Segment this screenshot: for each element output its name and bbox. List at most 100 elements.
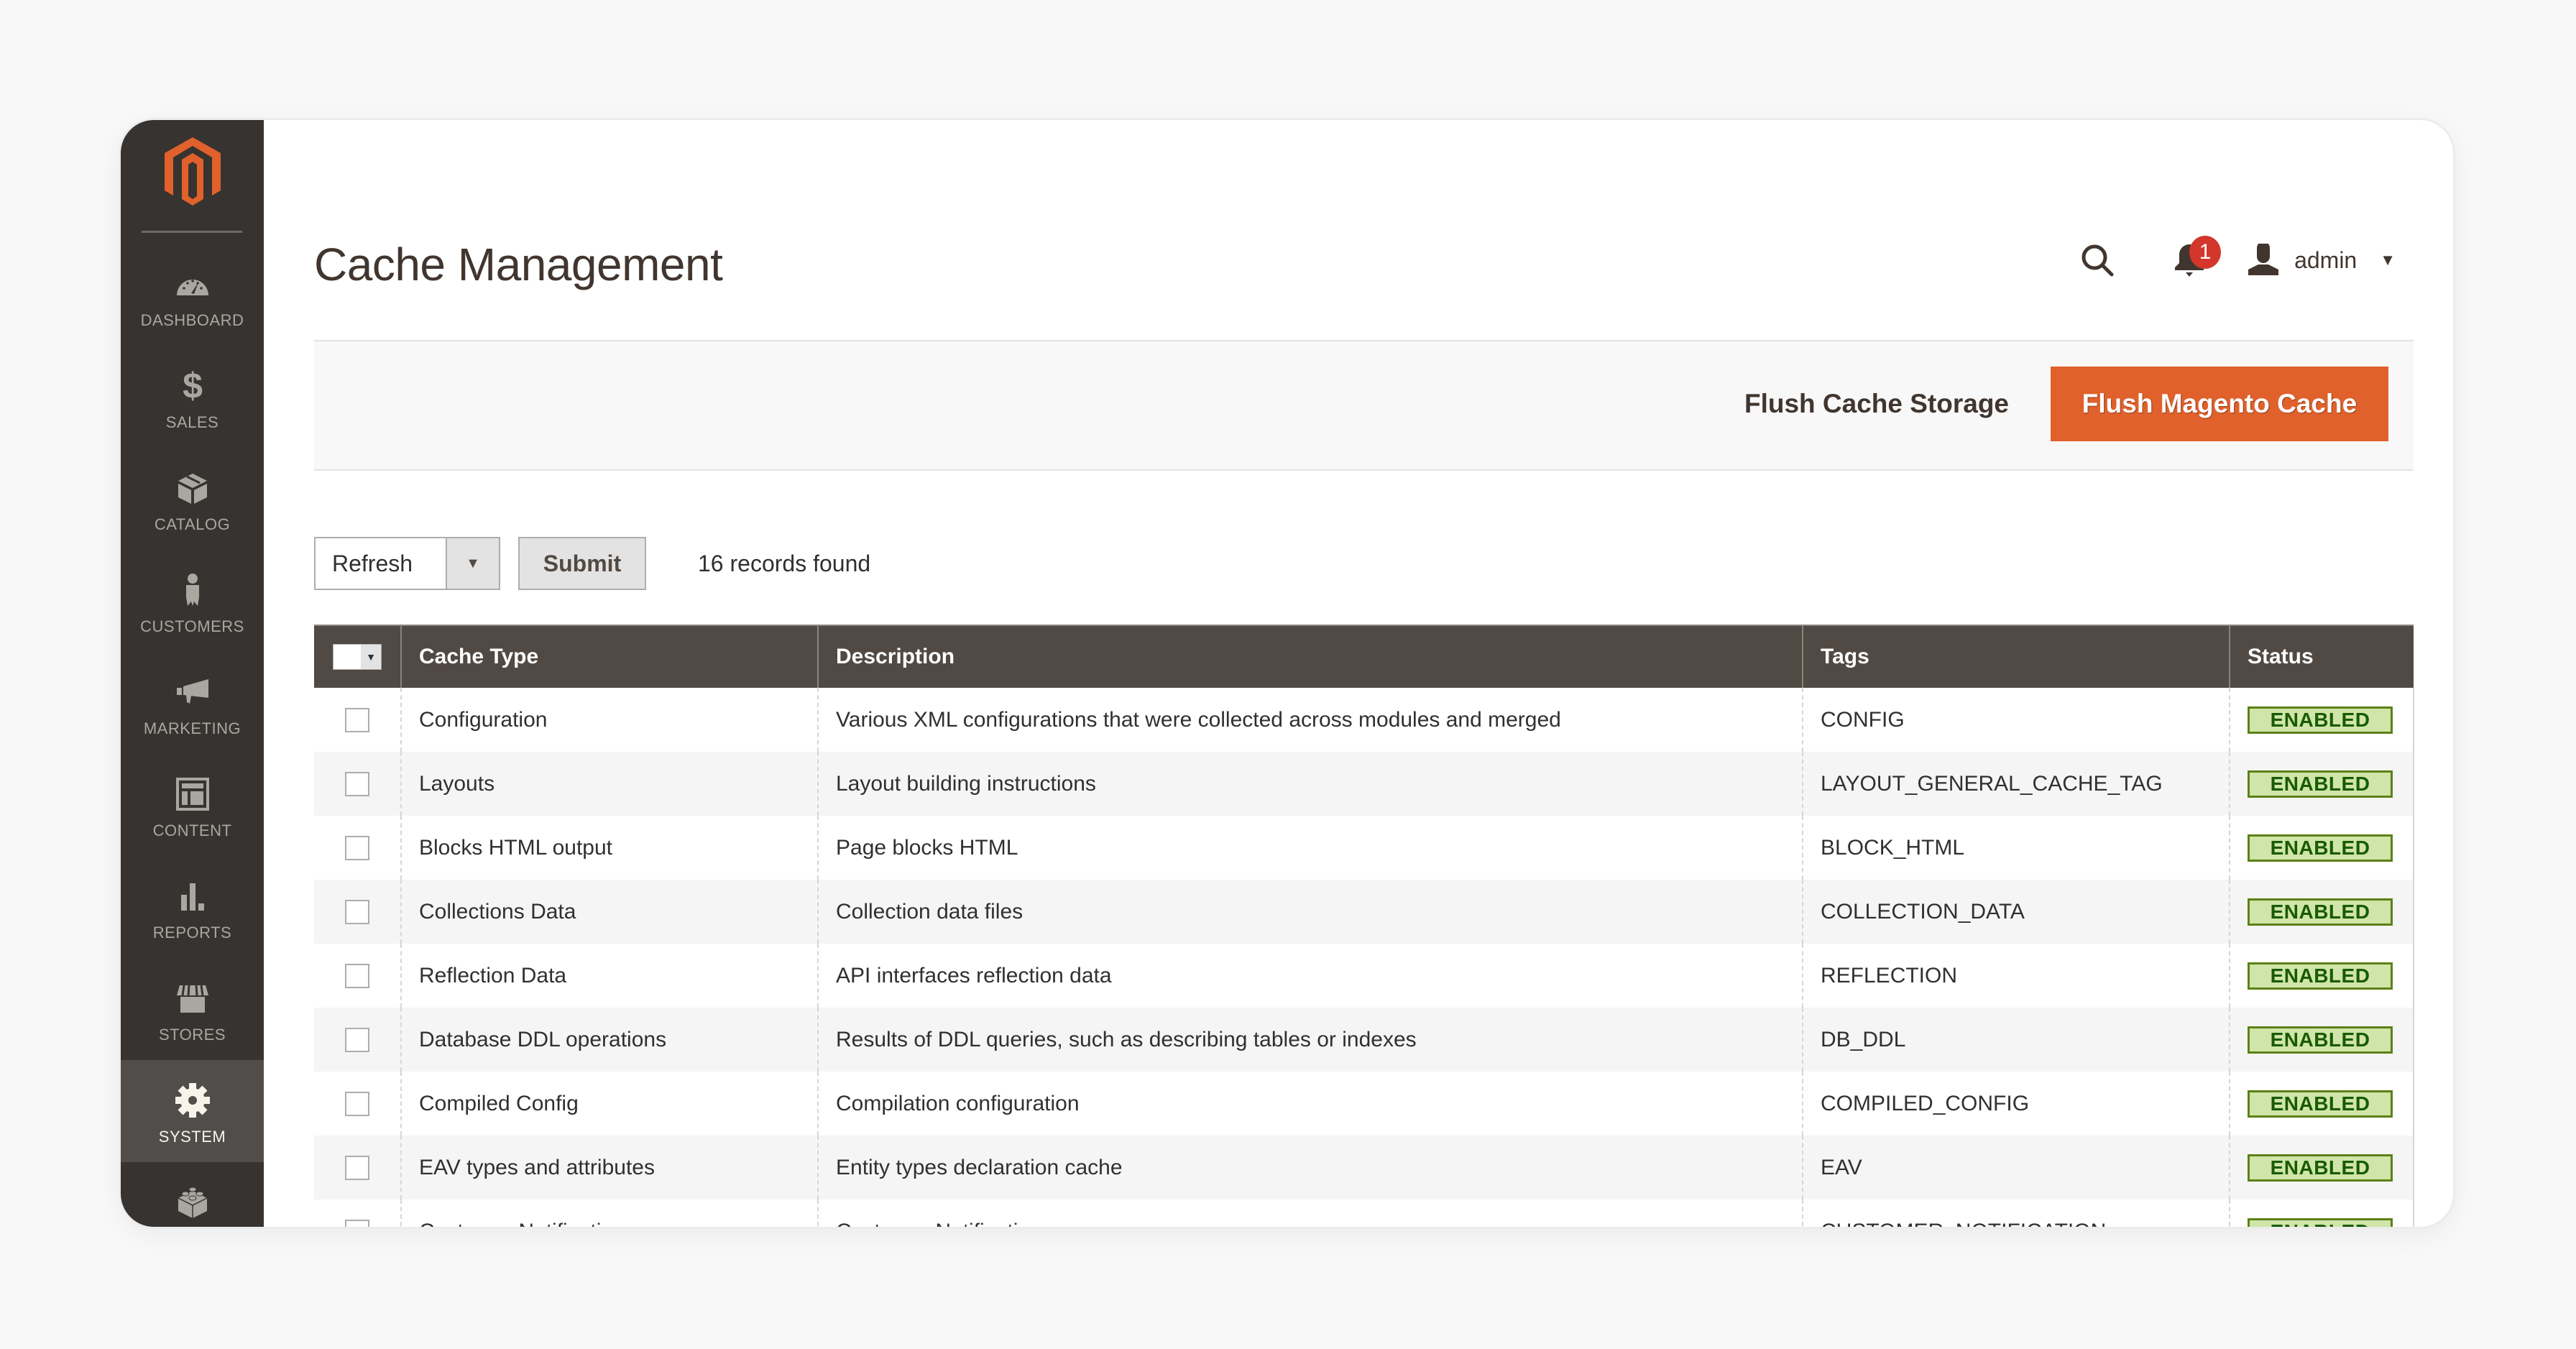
submit-button[interactable]: Submit: [518, 537, 646, 590]
sidebar-item-label: Content: [152, 821, 232, 839]
row-select-cell: [314, 1072, 401, 1136]
row-checkbox[interactable]: [345, 1220, 369, 1227]
row-select-cell: [314, 816, 401, 880]
description-cell: Customer Notification: [817, 1200, 1803, 1227]
row-checkbox[interactable]: [345, 1028, 369, 1053]
status-cell: ENABLED: [2229, 880, 2414, 944]
sidebar-item-sales[interactable]: $ Sales: [121, 346, 264, 448]
row-checkbox[interactable]: [345, 836, 369, 861]
chevron-down-icon[interactable]: ▼: [446, 538, 499, 589]
sidebar-item-system[interactable]: System: [121, 1060, 264, 1162]
sidebar-item-label: Dashboard: [140, 311, 244, 329]
table-row[interactable]: Compiled Config Compilation configuration…: [314, 1072, 2414, 1136]
cache-type-cell: Blocks HTML output: [400, 816, 818, 880]
gear-icon: [175, 1083, 210, 1118]
table-row[interactable]: Customer NotificationCustomer Notificati…: [314, 1200, 2414, 1227]
status-badge: ENABLED: [2248, 1217, 2393, 1227]
status-badge: ENABLED: [2248, 898, 2393, 926]
row-select-cell: [314, 1136, 401, 1200]
status-cell: ENABLED: [2229, 688, 2414, 752]
layout-icon: [176, 778, 209, 811]
chevron-down-icon[interactable]: ▼: [361, 645, 381, 670]
tags-cell: COMPILED_CONFIG: [1802, 1072, 2230, 1136]
mass-action-select[interactable]: Refresh ▼: [314, 537, 500, 590]
tags-cell: BLOCK_HTML: [1802, 816, 2230, 880]
row-checkbox[interactable]: [345, 900, 369, 925]
column-header-cache-type: Cache Type: [400, 625, 818, 688]
tags-cell: REFLECTION: [1802, 944, 2230, 1008]
page-actions-bar: Flush Cache Storage Flush Magento Cache: [314, 340, 2414, 471]
table-row[interactable]: Database DDL operations Results of DDL qu…: [314, 1008, 2414, 1072]
table-row[interactable]: Reflection Data API interfaces reflection…: [314, 944, 2414, 1008]
row-select-cell: [314, 688, 401, 752]
sidebar-item-dashboard[interactable]: Dashboard: [121, 244, 264, 346]
mass-action-value: Refresh: [332, 551, 413, 576]
sidebar-item-label: Customers: [140, 617, 244, 635]
header-actions: 1 admin ▼: [2077, 236, 2396, 282]
status-badge: ENABLED: [2248, 770, 2393, 798]
cache-type-cell: Database DDL operations: [400, 1008, 818, 1072]
bar-chart-icon: [181, 883, 204, 911]
admin-window: Dashboard $ Sales Catalog Customers: [121, 120, 2453, 1227]
sidebar-item-customers[interactable]: Customers: [121, 550, 264, 652]
box-icon: [178, 474, 207, 504]
column-header-tags: Tags: [1802, 625, 2230, 688]
description-cell: Entity types declaration cache: [817, 1136, 1803, 1200]
sidebar-item-stores[interactable]: Stores: [121, 958, 264, 1060]
notifications-button[interactable]: 1: [2168, 236, 2222, 282]
row-checkbox[interactable]: [345, 1156, 369, 1181]
description-cell: Collection data files: [817, 880, 1803, 944]
row-select-cell: [314, 1008, 401, 1072]
flush-cache-storage-button[interactable]: Flush Cache Storage: [1744, 376, 2009, 432]
chevron-down-icon: ▼: [2380, 251, 2396, 269]
user-account-menu[interactable]: admin ▼: [2247, 244, 2396, 277]
description-cell: Layout building instructions: [817, 752, 1803, 816]
sidebar-item-label: Sales: [165, 413, 219, 431]
search-icon[interactable]: [2077, 240, 2117, 280]
row-checkbox[interactable]: [345, 1092, 369, 1117]
table-row[interactable]: Collections Data Collection data files COL…: [314, 880, 2414, 944]
table-row[interactable]: EAV types and attributes Entity types dec…: [314, 1136, 2414, 1200]
cache-type-cell: Customer Notification: [400, 1200, 818, 1227]
megaphone-icon: [177, 679, 208, 704]
user-name: admin: [2294, 247, 2358, 273]
sidebar-item-reports[interactable]: Reports: [121, 856, 264, 958]
row-checkbox[interactable]: [345, 708, 369, 733]
sidebar-item-catalog[interactable]: Catalog: [121, 448, 264, 550]
select-all-checkbox[interactable]: [334, 645, 361, 670]
logo-divider: [142, 231, 242, 233]
row-checkbox[interactable]: [345, 772, 369, 797]
table-row[interactable]: Configuration Various XML configurations …: [314, 688, 2414, 752]
status-badge: ENABLED: [2248, 706, 2393, 734]
cache-type-cell: EAV types and attributes: [400, 1136, 818, 1200]
column-header-status: Status: [2229, 625, 2414, 688]
mass-select-header: ▼: [314, 625, 401, 688]
cache-types-grid: ▼ Cache Type Description Tags Status Con…: [314, 625, 2414, 1227]
cache-type-cell: Compiled Config: [400, 1072, 818, 1136]
mass-action-toolbar: Refresh ▼ Submit 16 records found: [314, 537, 870, 590]
status-badge: ENABLED: [2248, 834, 2393, 862]
flush-magento-cache-button[interactable]: Flush Magento Cache: [2051, 367, 2388, 441]
table-row[interactable]: Blocks HTML output Page blocks HTML BLOCK_…: [314, 816, 2414, 880]
tags-cell: LAYOUT_GENERAL_CACHE_TAG: [1802, 752, 2230, 816]
cache-type-cell: Layouts: [400, 752, 818, 816]
status-cell: ENABLED: [2229, 1072, 2414, 1136]
description-cell: Various XML configurations that were col…: [817, 688, 1803, 752]
row-checkbox[interactable]: [345, 964, 369, 989]
sidebar-item-find-partners[interactable]: Find Partners: [121, 1162, 264, 1227]
storefront-icon: [177, 985, 208, 1013]
status-badge: ENABLED: [2248, 962, 2393, 990]
magento-logo[interactable]: [160, 136, 225, 208]
sidebar-item-marketing[interactable]: Marketing: [121, 652, 264, 754]
tags-cell: CUSTOMER_NOTIFICATION: [1802, 1200, 2230, 1227]
table-row[interactable]: Layouts Layout building instructions LAYOU…: [314, 752, 2414, 816]
cache-type-cell: Configuration: [400, 688, 818, 752]
dollar-icon: $: [183, 366, 203, 406]
tags-cell: EAV: [1802, 1136, 2230, 1200]
notifications-count-badge: 1: [2189, 236, 2222, 269]
sidebar-item-content[interactable]: Content: [121, 754, 264, 856]
cache-type-cell: Collections Data: [400, 880, 818, 944]
lego-brick-icon: [178, 1187, 208, 1218]
description-cell: API interfaces reflection data: [817, 944, 1803, 1008]
mass-select-dropdown[interactable]: ▼: [333, 644, 382, 671]
